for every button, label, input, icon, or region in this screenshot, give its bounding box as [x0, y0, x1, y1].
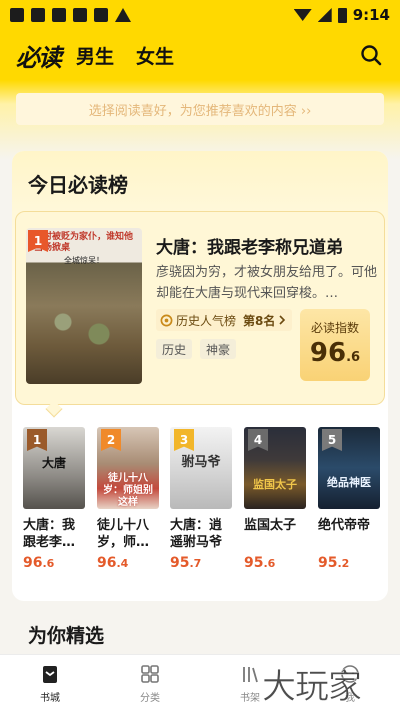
daily-ranking-card: 今日必读榜 一时被贬为家仆，谁知他当场掀桌 全城惊呆！ 1 大唐：我跟老李称兄道…: [12, 151, 388, 601]
cover-text: 监国太子: [253, 478, 297, 491]
book-cover[interactable]: 5 绝品神医: [318, 427, 380, 509]
wifi-icon: [293, 9, 312, 21]
book-title[interactable]: 大唐：我跟老李…: [23, 517, 85, 551]
nav-label: 书架: [240, 693, 260, 704]
rank-badge: 4: [248, 429, 268, 451]
book-title[interactable]: 徒儿十八岁，师…: [97, 517, 159, 551]
book-score: 96.6: [23, 555, 55, 571]
nav-label: 书城: [40, 693, 60, 704]
book-score: 96.4: [97, 555, 129, 571]
cover-art: [36, 298, 126, 358]
cover-text: 绝品神医: [327, 476, 371, 489]
notification-icon: [10, 8, 24, 22]
book-title[interactable]: 大唐：逍遥驸马爷: [170, 517, 232, 551]
featured-book-title[interactable]: 大唐：我跟老李称兄道弟: [156, 233, 343, 258]
score-label: 必读指数: [310, 321, 359, 335]
cover-text: 一时被贬为家仆，谁知他当场掀桌: [34, 232, 134, 253]
must-read-score: 必读指数 96.6: [300, 309, 370, 381]
book-cover[interactable]: 3 驸马爷: [170, 427, 232, 509]
rank-badge: 1: [27, 429, 47, 451]
status-bar: 9:14: [0, 0, 400, 30]
app-logo: 必读: [16, 42, 62, 72]
book-title[interactable]: 绝代帝帝: [318, 517, 380, 551]
book-cover[interactable]: 2 徒儿十八岁：师姐别这样: [97, 427, 159, 509]
watermark-text: 大玩家: [262, 666, 363, 707]
list-item[interactable]: 4 监国太子 监国太子 95.6: [244, 427, 306, 571]
notification-icons: [10, 8, 131, 22]
rank-badge: 5: [322, 429, 342, 451]
list-item[interactable]: 1 大唐 大唐：我跟老李… 96.6: [23, 427, 85, 571]
featured-book-description: 彦骁因为穷，才被女朋友给甩了。可他却能在大唐与现代来回穿梭。…: [156, 265, 378, 301]
book-score: 95.2: [318, 555, 350, 571]
notification-icon: [52, 8, 66, 22]
tag[interactable]: 历史: [156, 339, 193, 359]
notification-icon: [73, 8, 87, 22]
cover-text: 全城惊呆！: [64, 256, 104, 265]
warning-icon: [115, 8, 131, 22]
book-score: 95.6: [244, 555, 276, 571]
ranking-tag[interactable]: 历史人气榜 第8名: [156, 309, 293, 331]
list-item[interactable]: 3 驸马爷 大唐：逍遥驸马爷 95.7: [170, 427, 232, 571]
notification-icon: [94, 8, 108, 22]
category-icon: [141, 665, 159, 683]
search-button[interactable]: [358, 42, 384, 68]
watermark: 大玩家: [262, 660, 392, 707]
rank-badge: 3: [174, 429, 194, 451]
ranking-tag-label: 历史人气榜: [176, 313, 237, 328]
medal-icon: [160, 314, 173, 326]
notification-icon: [31, 8, 45, 22]
featured-book-cover[interactable]: 一时被贬为家仆，谁知他当场掀桌 全城惊呆！ 1: [26, 228, 142, 384]
book-title[interactable]: 监国太子: [244, 517, 306, 551]
status-time: 9:14: [352, 6, 390, 24]
book-cover[interactable]: 1 大唐: [23, 427, 85, 509]
nav-label: 分类: [140, 693, 160, 704]
book-tags: 历史 神豪: [156, 339, 237, 359]
book-city-icon: [43, 666, 57, 683]
cover-text: 驸马爷: [181, 455, 221, 470]
battery-icon: [337, 7, 347, 23]
ranked-book-list: 1 大唐 大唐：我跟老李… 96.6 2 徒儿十八岁：师姐别这样 徒儿十八岁，师…: [23, 427, 383, 587]
cover-text: 徒儿十八岁：师姐别这样: [103, 473, 153, 508]
signal-icon: [317, 8, 332, 22]
book-score: 95.7: [170, 555, 202, 571]
chevron-right-icon: [279, 315, 286, 325]
tag[interactable]: 神豪: [200, 339, 237, 359]
bookshelf-icon: [243, 667, 258, 683]
tab-female[interactable]: 女生: [136, 42, 174, 69]
rank-badge: 2: [101, 429, 121, 451]
daily-ranking-title: 今日必读榜: [28, 173, 128, 197]
app-header: 必读 男生 女生: [0, 30, 400, 80]
score-value: 96.6: [309, 338, 361, 368]
search-icon: [361, 45, 382, 66]
preference-banner[interactable]: 选择阅读喜好，为您推荐喜欢的内容 ››: [16, 93, 384, 125]
nav-item-category[interactable]: 分类: [100, 655, 200, 711]
tab-male[interactable]: 男生: [76, 42, 114, 69]
book-cover[interactable]: 4 监国太子: [244, 427, 306, 509]
list-item[interactable]: 2 徒儿十八岁：师姐别这样 徒儿十八岁，师… 96.4: [97, 427, 159, 571]
ranking-tag-position: 第8名: [243, 313, 276, 328]
cover-text: 大唐: [41, 456, 66, 470]
nav-item-book-city[interactable]: 书城: [0, 655, 100, 711]
list-item[interactable]: 5 绝品神医 绝代帝帝 95.2: [318, 427, 380, 571]
section-title-recommend: 为你精选: [28, 625, 105, 647]
